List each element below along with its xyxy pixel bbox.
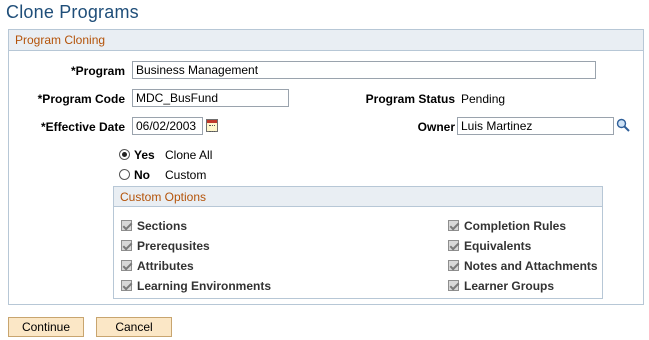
program-code-label: *Program Code [37,92,125,106]
completion-rules-label: Completion Rules [464,219,567,233]
equivalents-checkbox[interactable] [448,240,459,251]
sections-checkbox[interactable] [121,220,132,231]
clone-no-radio[interactable] [119,169,130,180]
clone-no-label: No [134,168,150,182]
custom-options-group: Custom Options Sections Prerequsites Att… [113,186,603,299]
program-cloning-title: Program Cloning [15,33,106,47]
program-code-field[interactable]: MDC_BusFund [132,89,289,107]
program-field[interactable]: Business Management [132,61,596,79]
prerequisites-checkbox[interactable] [121,240,132,251]
sections-label: Sections [137,219,188,233]
owner-label: Owner [417,120,455,134]
effective-date-field[interactable]: 06/02/2003 [132,117,203,135]
effective-date-label: *Effective Date [40,120,125,134]
program-cloning-header: Program Cloning [9,30,643,51]
clone-yes-label: Yes [134,148,155,162]
custom-label: Custom [165,168,207,182]
clone-all-label: Clone All [165,148,213,162]
page-title: Clone Programs [6,2,139,22]
custom-options-title: Custom Options [120,190,207,204]
equivalents-label: Equivalents [464,239,532,253]
learning-environments-checkbox[interactable] [121,280,132,291]
notes-attachments-label: Notes and Attachments [464,259,598,273]
calendar-icon[interactable] [206,119,218,132]
owner-field[interactable]: Luis Martinez [457,117,614,135]
attributes-label: Attributes [137,259,194,273]
program-cloning-group: Program Cloning *Program Business Manage… [8,29,644,305]
continue-button[interactable]: Continue [8,317,84,337]
completion-rules-checkbox[interactable] [448,220,459,231]
program-status-value: Pending [461,92,506,106]
learner-groups-label: Learner Groups [464,279,555,293]
attributes-checkbox[interactable] [121,260,132,271]
learner-groups-checkbox[interactable] [448,280,459,291]
search-icon[interactable] [616,118,630,132]
cancel-button[interactable]: Cancel [96,317,172,337]
program-label: *Program [70,64,125,78]
notes-attachments-checkbox[interactable] [448,260,459,271]
program-status-label: Program Status [365,92,455,106]
learning-environments-label: Learning Environments [137,279,272,293]
prerequisites-label: Prerequsites [137,239,210,253]
custom-options-header: Custom Options [114,187,602,207]
clone-yes-radio[interactable] [119,149,130,160]
